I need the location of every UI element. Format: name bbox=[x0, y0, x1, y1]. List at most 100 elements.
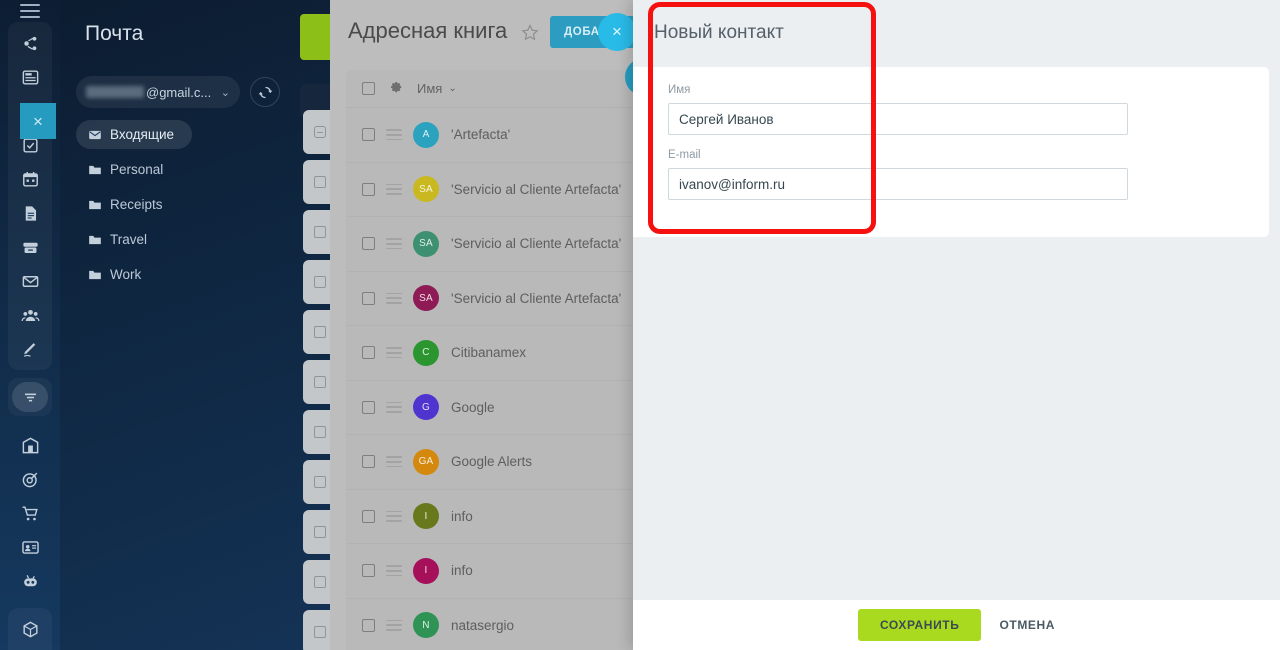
table-row[interactable]: Iinfo bbox=[346, 544, 640, 599]
drag-handle-icon[interactable] bbox=[386, 290, 402, 307]
drag-handle-icon[interactable] bbox=[386, 235, 402, 252]
table-row[interactable]: C Citibanamex bbox=[346, 326, 640, 381]
email-input[interactable] bbox=[668, 168, 1128, 200]
redacted-account-name bbox=[86, 86, 144, 98]
contact-name[interactable]: Google bbox=[451, 400, 495, 415]
sidebar-item-label: Personal bbox=[110, 162, 164, 177]
row-checkbox[interactable] bbox=[362, 509, 375, 523]
avatar: G bbox=[413, 394, 439, 421]
archive-icon[interactable] bbox=[10, 230, 50, 264]
contacts-group-icon[interactable] bbox=[10, 298, 50, 332]
name-input[interactable] bbox=[668, 103, 1128, 135]
document-icon[interactable] bbox=[10, 196, 50, 230]
avatar: I bbox=[413, 557, 439, 584]
select-all-checkbox[interactable] bbox=[362, 82, 375, 95]
row-checkbox[interactable] bbox=[362, 564, 375, 578]
sidebar-item-travel[interactable]: Travel bbox=[76, 225, 286, 254]
box-icon[interactable] bbox=[10, 612, 50, 646]
table-row[interactable]: SA 'Servicio al Cliente Artefacta' bbox=[346, 272, 640, 326]
target-icon[interactable] bbox=[10, 462, 50, 496]
column-header-name[interactable]: Имя bbox=[417, 81, 442, 96]
id-card-icon[interactable] bbox=[10, 530, 50, 564]
gear-icon[interactable] bbox=[389, 81, 403, 96]
row-checkbox[interactable] bbox=[314, 576, 326, 588]
drag-handle-icon[interactable] bbox=[386, 508, 402, 525]
contact-name[interactable]: 'Servicio al Cliente Artefacta' bbox=[451, 236, 621, 251]
pen-icon[interactable] bbox=[10, 332, 50, 366]
folder-icon bbox=[88, 198, 110, 212]
row-checkbox[interactable] bbox=[314, 426, 326, 438]
row-checkbox[interactable] bbox=[362, 128, 375, 142]
table-row[interactable]: GA Google Alerts bbox=[346, 435, 640, 490]
contact-name[interactable]: 'Servicio al Cliente Artefacta' bbox=[451, 291, 621, 306]
table-row[interactable]: G Google bbox=[346, 381, 640, 435]
address-book-title: Адресная книга bbox=[348, 18, 508, 43]
table-row[interactable]: SA 'Servicio al Cliente Artefacta' bbox=[346, 163, 640, 217]
rail-close-badge[interactable]: × bbox=[20, 103, 56, 139]
drag-handle-icon[interactable] bbox=[386, 399, 402, 416]
sidebar-item-inbox[interactable]: Входящие bbox=[76, 120, 192, 149]
sidebar-item-receipts[interactable]: Receipts bbox=[76, 190, 286, 219]
row-checkbox[interactable] bbox=[314, 626, 326, 638]
hamburger-icon bbox=[20, 0, 40, 22]
modal-footer: СОХРАНИТЬ ОТМЕНА bbox=[633, 600, 1280, 650]
table-row[interactable]: Nnatasergio bbox=[346, 599, 640, 650]
table-row[interactable]: A 'Artefacta' bbox=[346, 108, 640, 163]
account-selector[interactable]: @gmail.c... ⌄ bbox=[76, 76, 240, 108]
row-checkbox[interactable] bbox=[362, 182, 375, 196]
row-checkbox[interactable] bbox=[362, 291, 375, 305]
row-checkbox[interactable] bbox=[314, 376, 326, 388]
row-checkbox[interactable] bbox=[362, 618, 375, 632]
row-checkbox[interactable] bbox=[314, 526, 326, 538]
contact-name[interactable]: natasergio bbox=[451, 618, 514, 633]
warehouse-icon[interactable] bbox=[10, 428, 50, 462]
refresh-button[interactable] bbox=[250, 77, 280, 107]
robot-icon[interactable] bbox=[10, 564, 50, 598]
contact-name[interactable]: Google Alerts bbox=[451, 454, 532, 469]
cart-icon[interactable] bbox=[10, 496, 50, 530]
chevron-down-icon[interactable]: ⌄ bbox=[448, 83, 456, 94]
contact-name[interactable]: 'Servicio al Cliente Artefacta' bbox=[451, 182, 621, 197]
sidebar-item-personal[interactable]: Personal bbox=[76, 155, 286, 184]
cancel-button[interactable]: ОТМЕНА bbox=[999, 618, 1055, 632]
save-button[interactable]: СОХРАНИТЬ bbox=[857, 609, 982, 641]
drag-handle-icon[interactable] bbox=[386, 344, 402, 361]
row-checkbox[interactable] bbox=[362, 346, 375, 360]
table-row[interactable]: SA 'Servicio al Cliente Artefacta' bbox=[346, 217, 640, 272]
select-all-checkbox[interactable] bbox=[314, 126, 326, 138]
drag-handle-icon[interactable] bbox=[386, 126, 402, 143]
close-address-book-button[interactable]: × bbox=[598, 13, 636, 51]
address-book-header: Адресная книга ДОБАВИТЬ × bbox=[330, 0, 660, 70]
contact-name[interactable]: info bbox=[451, 509, 473, 524]
drag-handle-icon[interactable] bbox=[386, 453, 402, 470]
table-row[interactable]: Iinfo bbox=[346, 490, 640, 544]
row-checkbox[interactable] bbox=[314, 326, 326, 338]
row-checkbox[interactable] bbox=[362, 400, 375, 414]
hamburger-menu-button[interactable] bbox=[0, 0, 60, 22]
row-checkbox[interactable] bbox=[314, 476, 326, 488]
row-checkbox[interactable] bbox=[314, 276, 326, 288]
contact-name[interactable]: Citibanamex bbox=[451, 345, 526, 360]
row-checkbox[interactable] bbox=[362, 455, 375, 469]
contact-name[interactable]: info bbox=[451, 563, 473, 578]
drag-handle-icon[interactable] bbox=[386, 617, 402, 634]
row-checkbox[interactable] bbox=[314, 176, 326, 188]
row-checkbox[interactable] bbox=[362, 237, 375, 251]
envelope-icon bbox=[88, 128, 110, 142]
mail-icon[interactable] bbox=[10, 264, 50, 298]
chart-icon[interactable] bbox=[10, 646, 50, 650]
contact-name[interactable]: 'Artefacta' bbox=[451, 127, 510, 142]
calendar-icon[interactable] bbox=[10, 162, 50, 196]
filter-icon[interactable] bbox=[12, 382, 48, 412]
sidebar-item-work[interactable]: Work bbox=[76, 260, 286, 289]
drag-handle-icon[interactable] bbox=[386, 181, 402, 198]
news-icon[interactable] bbox=[10, 60, 50, 94]
drag-handle-icon[interactable] bbox=[386, 562, 402, 579]
row-checkbox[interactable] bbox=[314, 226, 326, 238]
sidebar-item-label: Входящие bbox=[110, 127, 175, 142]
share-nodes-icon[interactable] bbox=[10, 26, 50, 60]
star-icon[interactable] bbox=[520, 23, 540, 43]
sidebar-item-label: Work bbox=[110, 267, 142, 282]
chevron-down-icon: ⌄ bbox=[220, 86, 230, 99]
avatar: SA bbox=[413, 230, 439, 257]
